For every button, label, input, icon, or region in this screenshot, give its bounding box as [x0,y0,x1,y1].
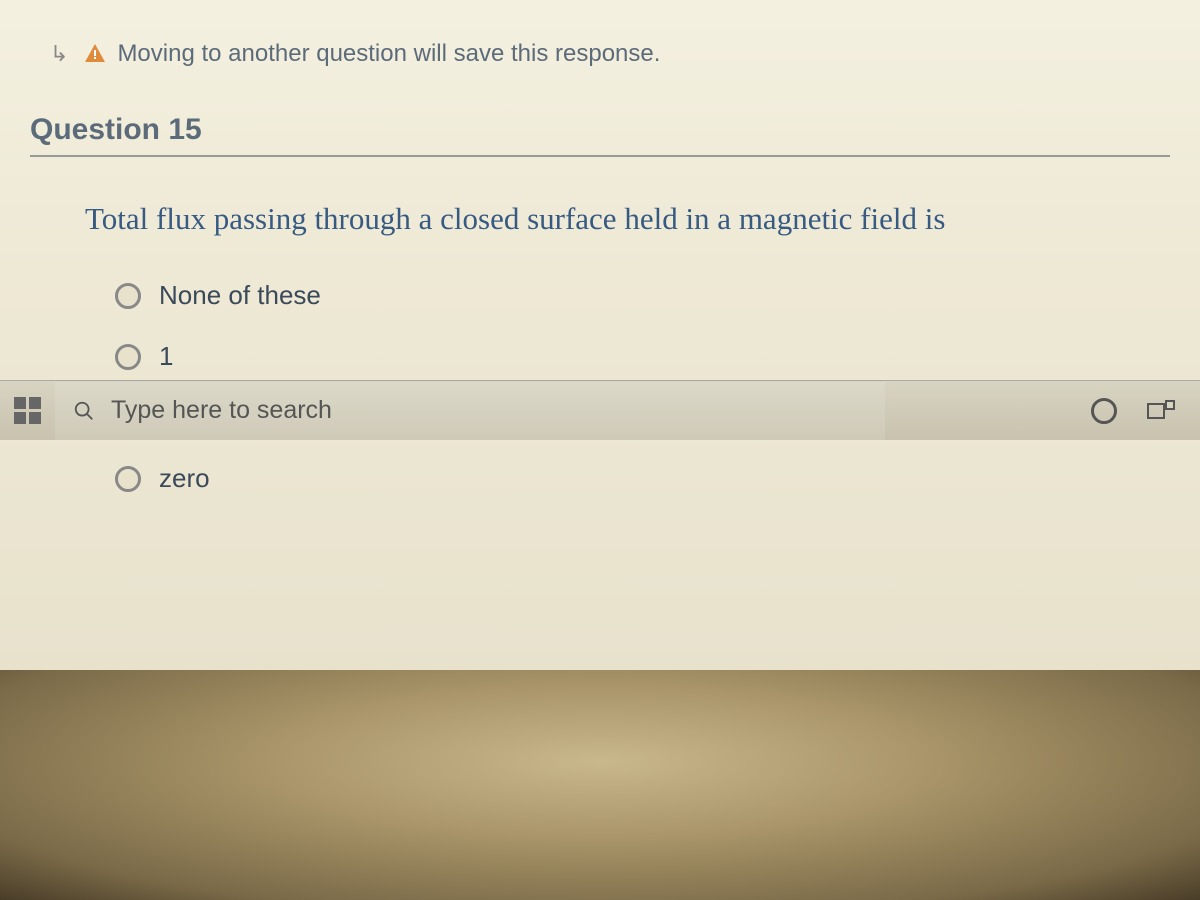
option-label: zero [159,463,210,494]
option-row[interactable]: zero [115,463,1180,494]
option-row[interactable]: 1 [115,341,1180,372]
question-prompt: Total flux passing through a closed surf… [85,197,1160,240]
windows-taskbar: Type here to search [0,380,1200,440]
below-screen-area [0,670,1200,900]
save-warning-row: ↳ Moving to another question will save t… [50,40,1180,68]
windows-logo-icon [14,397,41,424]
option-label: 1 [159,341,173,372]
taskbar-tray [1066,398,1200,424]
question-title: Question 15 [30,113,1170,157]
radio-icon[interactable] [115,283,141,309]
start-button[interactable] [0,381,55,441]
radio-icon[interactable] [115,466,141,492]
breadcrumb-arrow-icon: ↳ [50,41,68,67]
warning-triangle-icon [83,42,107,66]
search-placeholder: Type here to search [111,396,332,425]
warning-text: Moving to another question will save thi… [117,40,660,68]
taskbar-search[interactable]: Type here to search [55,382,885,440]
radio-icon[interactable] [115,344,141,370]
content-area: ↳ Moving to another question will save t… [0,0,1200,544]
search-icon [73,400,95,422]
option-row[interactable]: None of these [115,280,1180,311]
quiz-screen: ↳ Moving to another question will save t… [0,0,1200,670]
option-label: None of these [159,280,321,311]
task-view-icon[interactable] [1147,400,1175,422]
cortana-icon[interactable] [1091,398,1117,424]
